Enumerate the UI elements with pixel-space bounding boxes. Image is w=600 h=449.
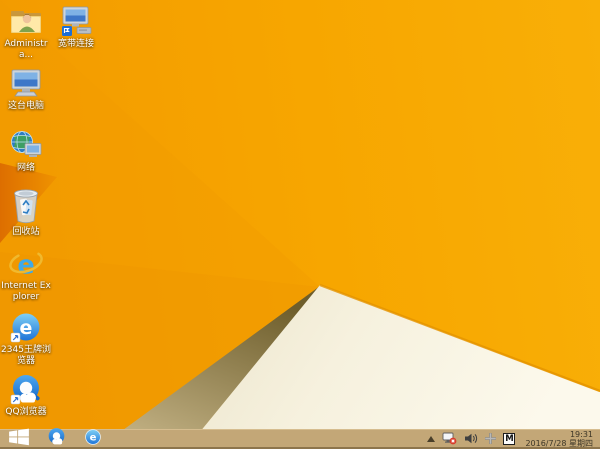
internet-explorer-icon: e xyxy=(8,248,44,280)
taskbar-qq-browser-button[interactable] xyxy=(38,427,75,449)
desktop-icon-administrator[interactable]: Administra... xyxy=(0,6,52,61)
system-tray: M 19:31 2016/7/28 星期四 xyxy=(427,430,600,448)
icon-label: Internet Explorer xyxy=(1,281,51,302)
desktop-icon-broadband[interactable]: 宽带连接 xyxy=(50,6,102,50)
user-folder-icon xyxy=(8,6,44,38)
chevron-up-icon xyxy=(427,435,436,442)
volume-icon[interactable] xyxy=(464,433,478,444)
ime-mode-indicator[interactable]: M xyxy=(503,432,516,445)
icon-label: QQ浏览器 xyxy=(5,407,47,417)
desktop-icon-2345-browser[interactable]: e 2345王牌浏览器 xyxy=(0,312,52,367)
desktop-icon-this-pc[interactable]: 这台电脑 xyxy=(0,68,52,112)
qq-browser-icon xyxy=(8,374,44,406)
start-button[interactable] xyxy=(0,428,38,449)
wallpaper xyxy=(0,0,600,449)
broadband-connection-icon xyxy=(58,6,94,38)
input-indicator-icon[interactable] xyxy=(485,433,497,444)
icon-label: 这台电脑 xyxy=(7,101,44,111)
network-globe-icon xyxy=(8,130,44,162)
desktop-icon-qq-browser[interactable]: QQ浏览器 xyxy=(0,374,52,418)
taskbar-2345-browser-button[interactable]: e xyxy=(75,428,111,449)
2345-browser-icon: e xyxy=(8,312,44,344)
show-hidden-icons-button[interactable] xyxy=(427,435,436,442)
2345-browser-icon: e xyxy=(84,428,102,449)
desktop-icon-network[interactable]: 网络 xyxy=(0,130,52,174)
taskbar-left-group: e xyxy=(0,427,111,449)
computer-icon xyxy=(8,68,44,100)
clock-date: 2016/7/28 星期四 xyxy=(525,438,593,448)
icon-label: 2345王牌浏览器 xyxy=(1,345,51,366)
network-status-icon[interactable] xyxy=(442,432,457,445)
windows-desktop: Administra... 宽带连接 这台电脑 网络 回收站 e Interne… xyxy=(0,0,600,449)
svg-text:e: e xyxy=(20,317,33,339)
clock-time: 19:31 xyxy=(569,429,593,439)
icon-label: 宽带连接 xyxy=(57,39,94,49)
icon-label: 网络 xyxy=(16,163,35,173)
desktop-icon-internet-explorer[interactable]: e Internet Explorer xyxy=(0,248,52,303)
windows-logo-icon xyxy=(9,428,29,449)
taskbar-clock[interactable]: 19:31 2016/7/28 星期四 xyxy=(522,430,596,448)
icon-label: Administra... xyxy=(4,39,48,60)
qq-browser-icon xyxy=(47,427,66,449)
recycle-bin-icon xyxy=(8,186,44,226)
desktop-icon-recycle-bin[interactable]: 回收站 xyxy=(0,186,52,238)
svg-text:e: e xyxy=(17,250,34,280)
svg-text:e: e xyxy=(90,432,97,443)
taskbar: e M 19:31 2016/7/28 星期四 xyxy=(0,427,600,449)
icon-label: 回收站 xyxy=(12,227,40,237)
